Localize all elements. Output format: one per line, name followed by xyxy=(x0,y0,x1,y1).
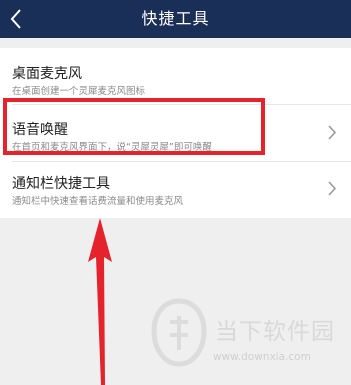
watermark-url: www.downxia.com xyxy=(213,351,311,363)
watermark-logo-icon xyxy=(151,298,207,367)
watermark-name: 当下软件园 xyxy=(215,319,335,345)
